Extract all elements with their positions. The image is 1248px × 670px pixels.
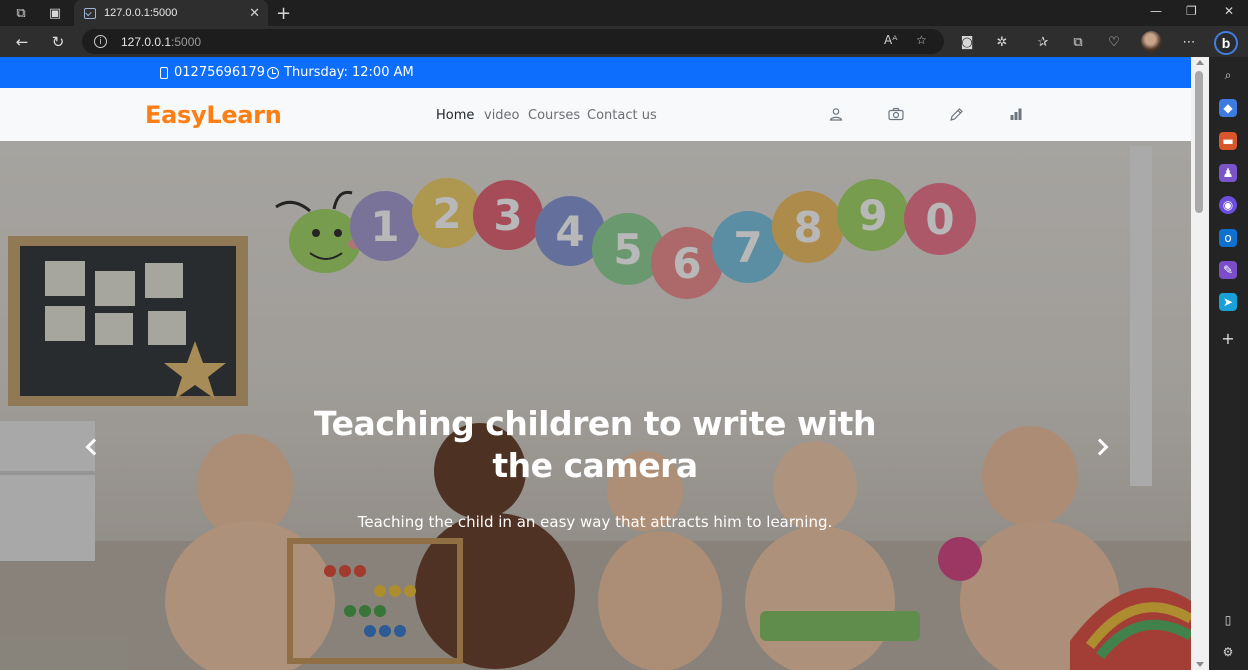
scroll-up-arrow-icon[interactable]: [1196, 60, 1204, 65]
url-port: :5000: [171, 34, 202, 49]
brand-logo[interactable]: EasyLearn: [145, 101, 282, 129]
favorite-star-icon[interactable]: ☆: [916, 33, 927, 47]
browser-tab[interactable]: 127.0.0.1:5000 ✕: [74, 0, 268, 26]
minimize-icon[interactable]: —: [1150, 4, 1162, 18]
close-tab-icon[interactable]: ✕: [249, 6, 260, 21]
browser-titlebar: ⧉ ▣ 127.0.0.1:5000 ✕ + — ❐ ✕: [0, 0, 1248, 26]
camera-icon[interactable]: [888, 106, 904, 122]
hero-carousel: 1 2 3 4 5 6 7 8 9 0 Teaching children to…: [0, 141, 1191, 670]
bing-copilot-icon[interactable]: b: [1214, 31, 1238, 55]
datetime-info: Thursday: 12:00 AM: [267, 65, 414, 80]
hero-subtitle: Teaching the child in an easy way that a…: [357, 513, 833, 531]
designer-icon[interactable]: ✎: [1219, 261, 1237, 279]
back-icon[interactable]: ←: [12, 32, 32, 52]
terminal-favicon-icon: [84, 7, 96, 19]
send-icon[interactable]: ➤: [1219, 293, 1237, 311]
clock-icon: [267, 66, 279, 79]
scroll-down-arrow-icon[interactable]: [1196, 662, 1204, 667]
read-aloud-icon[interactable]: Aᴬ: [884, 33, 897, 47]
url-host: 127.0.0.1: [121, 34, 172, 49]
shopping-tag-icon[interactable]: ◆: [1219, 99, 1237, 117]
games-icon[interactable]: ♟: [1219, 164, 1237, 182]
close-window-icon[interactable]: ✕: [1224, 4, 1234, 18]
address-bar[interactable]: i 127.0.0.1:5000 Aᴬ ☆: [82, 29, 944, 54]
phone-icon: [160, 66, 168, 79]
nav-link-courses[interactable]: Courses: [528, 108, 580, 123]
copilot-icon[interactable]: ◉: [1219, 196, 1237, 214]
collections-tab-icon[interactable]: ⧉: [1069, 33, 1087, 51]
nav-link-home[interactable]: Home: [436, 108, 474, 123]
nav-link-contact[interactable]: Contact us: [587, 108, 657, 123]
add-icon[interactable]: +: [1219, 329, 1237, 348]
tab-actions-icon[interactable]: ▣: [46, 4, 64, 22]
hero-title: Teaching children to write with the came…: [314, 404, 876, 485]
browser-toolbar: ← ↻ i 127.0.0.1:5000 Aᴬ ☆ ◙ ✲ ✰ ⧉ ♡ ⋯: [0, 26, 1248, 57]
collections-icon[interactable]: ◙: [958, 33, 976, 51]
bar-chart-icon[interactable]: [1008, 106, 1024, 122]
person-icon[interactable]: [828, 106, 844, 122]
settings-gear-icon[interactable]: ⚙: [1219, 643, 1237, 661]
workspaces-icon[interactable]: ⧉: [12, 4, 30, 22]
sidebar-toggle-icon[interactable]: ▯: [1219, 611, 1237, 629]
browser-sidebar: ⌕ ◆ ▬ ♟ ◉ o ✎ ➤ + ▯ ⚙: [1209, 57, 1248, 670]
profile-avatar[interactable]: [1141, 31, 1162, 52]
extensions-icon[interactable]: ✲: [993, 33, 1011, 51]
carousel-prev-icon[interactable]: [80, 437, 100, 457]
pencil-icon[interactable]: [948, 106, 964, 122]
tab-title: 127.0.0.1:5000: [104, 7, 178, 19]
main-navbar: EasyLearn Home video Courses Contact us: [0, 88, 1191, 141]
refresh-icon[interactable]: ↻: [48, 32, 68, 52]
site-info-icon[interactable]: i: [94, 35, 107, 48]
web-page: 01275696179 Thursday: 12:00 AM EasyLearn…: [0, 57, 1191, 670]
nav-link-video[interactable]: video: [484, 108, 520, 123]
page-scrollbar[interactable]: [1191, 57, 1209, 670]
new-tab-icon[interactable]: +: [276, 3, 291, 24]
more-menu-icon[interactable]: ⋯: [1180, 33, 1198, 51]
favorites-icon[interactable]: ✰: [1034, 33, 1052, 51]
search-icon[interactable]: ⌕: [1219, 66, 1237, 84]
tools-icon[interactable]: ▬: [1219, 132, 1237, 150]
datetime-text: Thursday: 12:00 AM: [284, 65, 414, 80]
phone-info: 01275696179: [160, 65, 265, 80]
scroll-thumb[interactable]: [1195, 71, 1203, 213]
browser-essentials-icon[interactable]: ♡: [1105, 33, 1123, 51]
restore-icon[interactable]: ❐: [1186, 4, 1197, 18]
outlook-icon[interactable]: o: [1219, 229, 1237, 247]
phone-number: 01275696179: [174, 65, 265, 80]
contact-topbar: 01275696179 Thursday: 12:00 AM: [0, 57, 1191, 88]
carousel-next-icon[interactable]: [1092, 437, 1112, 457]
